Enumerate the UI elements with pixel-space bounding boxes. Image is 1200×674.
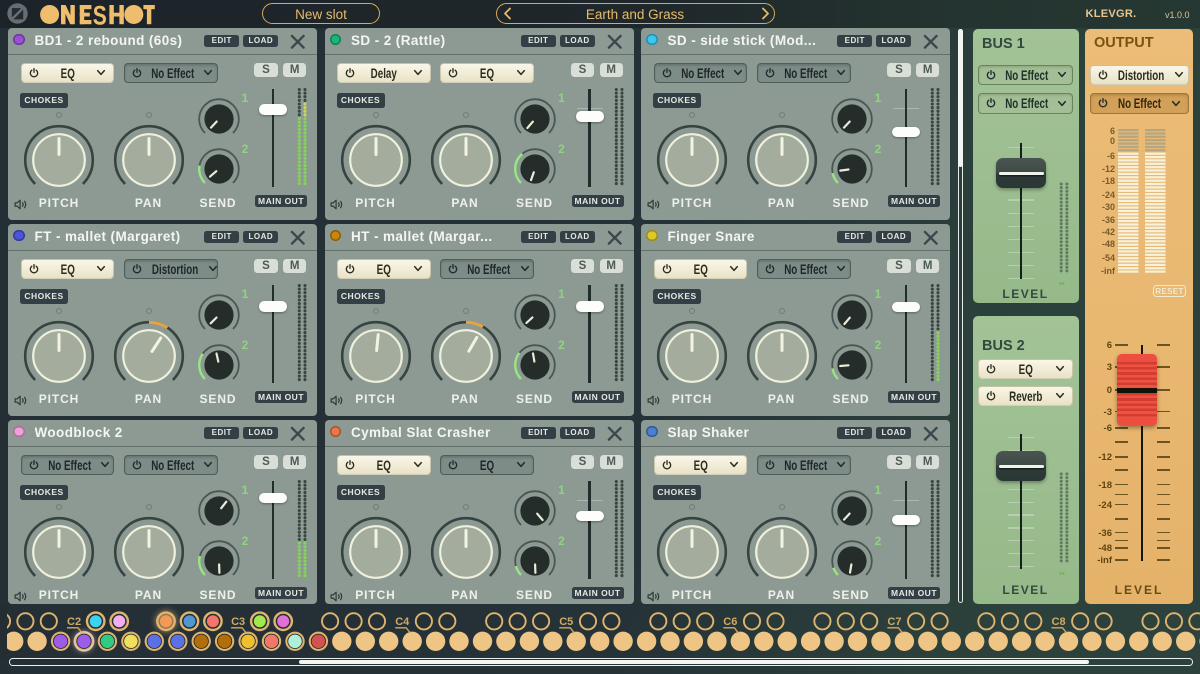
svg-text:C3: C3 (231, 616, 245, 628)
svg-text:C6: C6 (723, 616, 737, 628)
svg-text:C7: C7 (887, 616, 901, 628)
svg-text:C5: C5 (559, 616, 573, 628)
svg-text:S: S (93, 3, 107, 27)
svg-text:C8: C8 (1052, 616, 1066, 628)
svg-text:C4: C4 (395, 616, 410, 628)
svg-text:C2: C2 (67, 616, 81, 628)
